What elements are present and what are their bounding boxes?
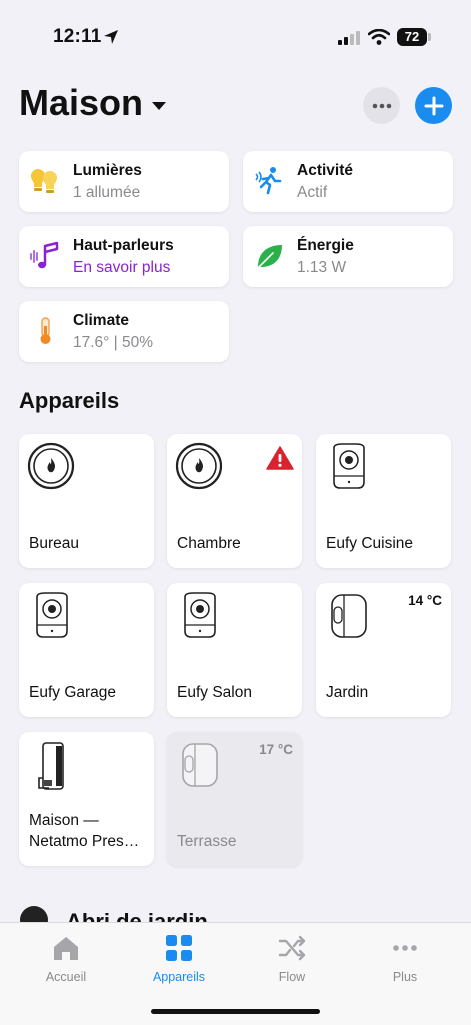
cellular-signal-icon [338,31,360,45]
tab-label: Plus [392,970,418,984]
climate-card[interactable]: Climate 17.6° | 50% [19,301,229,362]
device-name: Eufy Salon [177,684,252,701]
indoor-camera-icon [184,592,216,638]
thermometer-icon [40,317,51,344]
chevron-down-icon[interactable] [151,101,167,111]
tab-plus[interactable]: Plus [355,935,455,984]
device-temperature: 14 °C [408,593,442,608]
tab-label: Appareils [152,970,206,984]
grid-icon [166,935,192,961]
add-button[interactable] [415,87,452,124]
page-title[interactable]: Maison [19,82,143,124]
device-card-eufy-cuisine[interactable]: Eufy Cuisine [316,434,451,568]
device-temperature: 17 °C [259,742,293,757]
device-card-jardin[interactable]: 14 °C Jardin [316,583,451,717]
device-card-eufy-garage[interactable]: Eufy Garage [19,583,154,717]
device-card-netatmo[interactable]: Maison — Netatmo Pres… [19,732,154,866]
device-name: Terrasse [177,833,237,850]
tab-flow[interactable]: Flow [242,935,342,984]
device-name: Jardin [326,684,369,701]
speakers-card[interactable]: Haut-parleurs En savoir plus [19,226,229,287]
tab-label: Accueil [45,970,87,984]
battery-icon: 72 [397,28,427,46]
wifi-icon [368,29,390,45]
warning-icon[interactable] [266,446,294,470]
energy-value: 1.13 W [297,259,347,276]
device-name: Eufy Cuisine [326,535,414,552]
energy-title: Énergie [297,237,354,254]
motion-running-icon [255,167,282,195]
tab-label: Flow [278,970,306,984]
device-card-eufy-salon[interactable]: Eufy Salon [167,583,302,717]
thermostat-icon [27,442,75,490]
learn-more-link[interactable]: En savoir plus [73,259,170,277]
device-name: Chambre [177,535,241,552]
light-bulb-icon [31,169,57,193]
plus-icon [424,96,443,115]
tab-appareils[interactable]: Appareils [129,935,229,984]
leaf-icon [256,245,282,270]
status-time: 12:11 [53,26,102,47]
smart-light-camera-icon [38,742,64,790]
activity-status: Actif [297,184,328,201]
devices-section-title: Appareils [19,388,120,413]
music-note-icon [30,241,59,269]
device-name: Eufy Garage [29,684,117,701]
home-indicator [151,1009,320,1014]
energy-card[interactable]: Énergie 1.13 W [243,226,453,287]
shuffle-icon [278,935,306,961]
lights-card[interactable]: Lumières 1 allumée [19,151,229,212]
location-arrow-icon [104,30,118,44]
thermostat-icon [175,442,223,490]
status-bar: 12:11 72 [0,0,471,70]
outdoor-camera-icon [182,743,218,787]
climate-title: Climate [73,312,129,329]
device-card-chambre[interactable]: Chambre [167,434,302,568]
tab-accueil[interactable]: Accueil [16,935,116,984]
speakers-title: Haut-parleurs [73,237,174,254]
home-icon [54,937,78,960]
device-name: Maison — Netatmo Pres… [29,812,140,850]
activity-title: Activité [297,162,353,179]
device-name: Bureau [29,535,79,552]
climate-value: 17.6° | 50% [73,334,154,351]
indoor-camera-icon [36,592,68,638]
ellipsis-icon [393,945,417,951]
lights-title: Lumières [73,162,142,179]
battery-tip [428,33,431,41]
device-card-bureau[interactable]: Bureau [19,434,154,568]
more-options-button[interactable] [363,87,400,124]
indoor-camera-icon [333,443,365,489]
ellipsis-icon [372,103,391,108]
device-card-terrasse[interactable]: 17 °C Terrasse [167,732,302,866]
lights-status: 1 allumée [73,184,141,201]
activity-card[interactable]: Activité Actif [243,151,453,212]
outdoor-camera-icon [331,594,367,638]
